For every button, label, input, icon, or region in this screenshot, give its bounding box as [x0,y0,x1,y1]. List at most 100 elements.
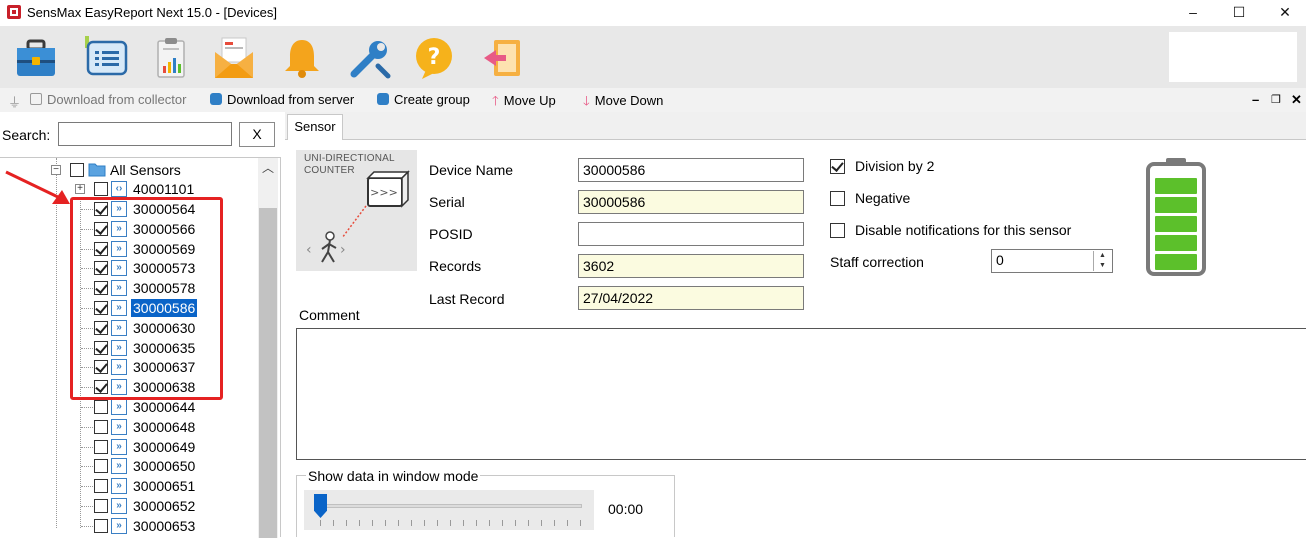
mdi-minimize-button[interactable]: – [1252,92,1259,107]
tree-item[interactable]: » 30000652 [94,496,254,516]
action-toolbar: ⏚ Download from collector Download from … [0,88,1306,112]
svg-text:>>>: >>> [370,186,398,199]
records-field[interactable]: 3602 [578,254,804,278]
records-label: Records [429,258,482,274]
move-up-button[interactable]: 🡑 Move Up [492,92,556,114]
minimize-button[interactable]: – [1170,0,1216,26]
main-toolbar: ? [0,26,1306,88]
download-collector-label: Download from collector [47,92,187,107]
maximize-button[interactable]: ☐ [1216,0,1262,26]
report-envelope-icon[interactable] [212,36,256,80]
division-checkbox[interactable] [830,159,845,174]
tree-item-checkbox[interactable] [94,499,108,513]
tree-item-label: 30000644 [133,399,196,415]
search-label: Search: [2,127,51,143]
create-group-button[interactable]: Create group [377,92,470,107]
briefcase-icon[interactable] [14,36,58,80]
device-name-field[interactable]: 30000586 [578,158,804,182]
tree-item[interactable]: » 30000644 [94,397,254,417]
download-server-button[interactable]: Download from server [210,92,354,107]
tab-sensor[interactable]: Sensor [287,114,343,141]
tree-item[interactable]: » 30000649 [94,437,254,457]
tree-item[interactable]: » 30000648 [94,417,254,437]
add-group-icon [377,93,389,105]
wrench-icon[interactable] [348,36,392,80]
mdi-close-button[interactable]: ✕ [1291,92,1302,108]
plug-icon: ⏚ [8,95,22,110]
logo-area [1169,32,1297,82]
clear-search-button[interactable]: X [239,122,275,147]
tree-item[interactable]: » 30000653 [94,516,254,536]
tab-strip: Sensor [285,112,1306,141]
tree-item-checkbox[interactable] [94,400,108,414]
tree-item-label: 30000652 [133,498,196,514]
last-record-field[interactable]: 27/04/2022 [578,286,804,310]
sensor-icon: » [111,478,127,494]
tree-item-label: 30000650 [133,458,196,474]
download-server-label: Download from server [227,92,355,107]
window-mode-label: Show data in window mode [306,468,481,484]
battery-cell [1155,197,1197,213]
scroll-thumb[interactable] [259,208,277,538]
mdi-restore-button[interactable]: ❐ [1271,93,1281,106]
close-button[interactable]: ✕ [1262,0,1306,26]
create-group-label: Create group [394,92,470,107]
bell-icon[interactable] [280,36,324,80]
stepper-up-icon[interactable]: ▲ [1094,251,1111,261]
comment-textarea[interactable] [296,328,1306,460]
counter-device-icon: >>> ‹ › [306,170,410,263]
serial-field[interactable]: 30000586 [578,190,804,214]
move-up-label: Move Up [503,93,556,108]
sensor-icon: » [111,419,127,435]
stepper-buttons[interactable]: ▲ ▼ [1093,251,1111,271]
tree-item[interactable]: » 30000650 [94,456,254,476]
tree-item[interactable]: » 30000651 [94,476,254,496]
sensor-icon: » [111,458,127,474]
tree-root[interactable]: All Sensors [70,160,260,180]
sensor-icon: » [111,498,127,514]
tree-item-checkbox[interactable] [94,479,108,493]
window-mode-slider[interactable] [304,490,594,530]
help-icon[interactable]: ? [412,36,456,80]
exit-icon[interactable] [480,36,524,80]
expand-group-icon[interactable]: + [75,184,85,194]
tree-root-label: All Sensors [110,162,181,178]
division-label: Division by 2 [855,158,935,174]
arrow-up-icon: 🡑 [492,93,499,108]
sensor-details-panel: UNI-DIRECTIONAL COUNTER >>> ‹ › Device N… [285,140,1306,537]
serial-label: Serial [429,194,465,210]
staff-correction-value: 0 [996,252,1004,268]
last-record-label: Last Record [429,291,505,307]
tree-item-checkbox[interactable] [94,440,108,454]
tree-item-checkbox[interactable] [94,459,108,473]
tree-item-label: 30000653 [133,518,196,534]
arrow-down-icon: 🡓 [583,93,590,108]
slider-thumb[interactable] [314,494,327,518]
group-sensor-icon: ‹› [111,181,127,197]
move-down-button[interactable]: 🡓 Move Down [583,92,663,114]
sensor-icon: » [111,399,127,415]
scroll-up-icon[interactable]: ︿ [258,158,278,178]
staff-correction-stepper[interactable]: 0 ▲ ▼ [991,249,1113,273]
highlight-annotation [70,197,223,400]
tree-item-checkbox[interactable] [94,519,108,533]
sensor-icon: » [111,518,127,534]
download-collector-button[interactable]: Download from collector [30,92,186,107]
posid-field[interactable] [578,222,804,246]
tree-item-checkbox[interactable] [94,420,108,434]
tree-scrollbar[interactable]: ︿ [258,158,278,538]
tree-group[interactable]: ‹› 40001101 [94,179,264,199]
battery-cell [1155,178,1197,194]
folder-icon [88,163,106,177]
window-mode-time: 00:00 [608,501,644,517]
list-window-icon[interactable] [84,36,128,80]
search-input[interactable] [58,122,232,146]
stepper-down-icon[interactable]: ▼ [1094,261,1111,271]
battery-cell [1155,235,1197,251]
group-checkbox[interactable] [94,182,108,196]
battery-cell [1155,216,1197,232]
red-arrow-icon [5,170,70,204]
disable-notifications-checkbox[interactable] [830,223,845,238]
negative-checkbox[interactable] [830,191,845,206]
clipboard-chart-icon[interactable] [149,36,193,80]
